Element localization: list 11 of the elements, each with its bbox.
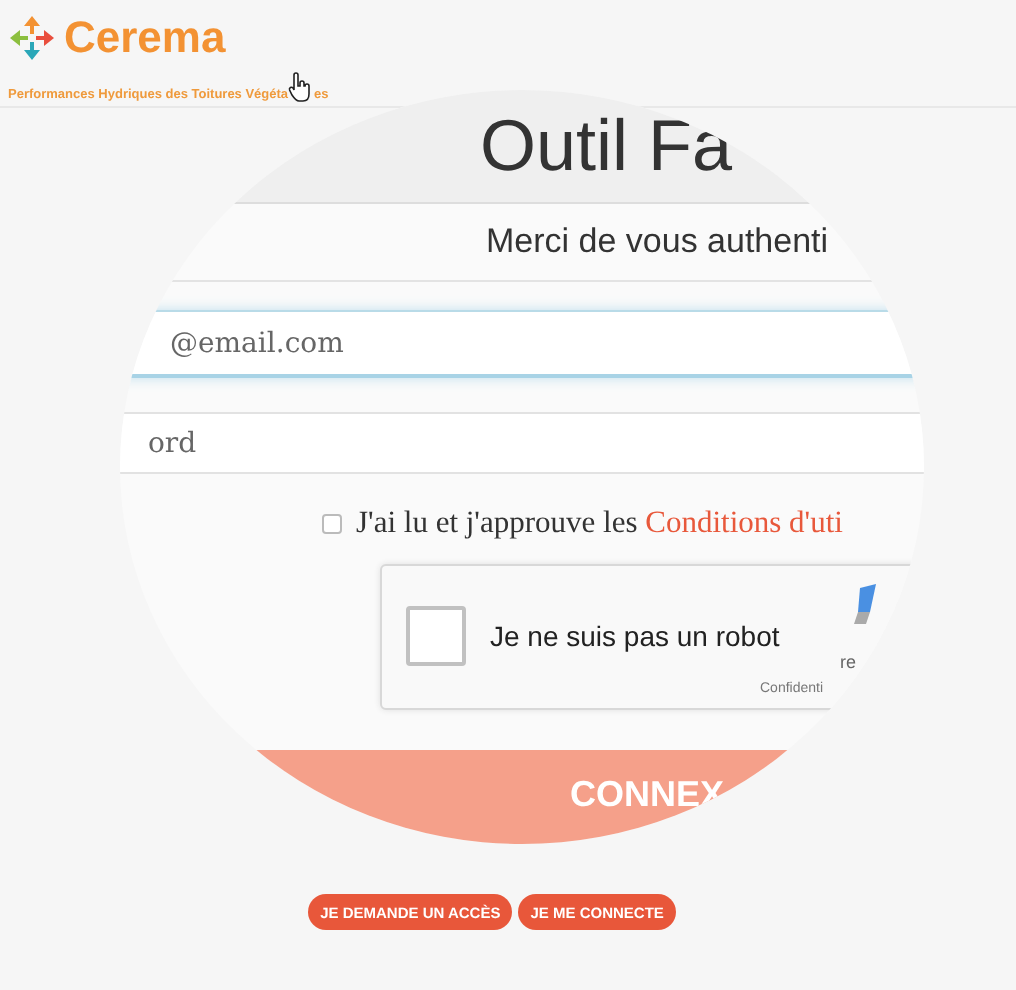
logo-icon: [8, 14, 56, 62]
captcha-checkbox[interactable]: [406, 606, 466, 666]
brand-name: Cerema: [64, 12, 226, 64]
captcha-logo-icon: [854, 584, 876, 624]
password-field[interactable]: ord: [120, 412, 924, 474]
login-prompt: Merci de vous authenti: [486, 222, 829, 262]
terms-link[interactable]: Conditions d'uti: [645, 506, 843, 540]
consent-text: J'ai lu et j'approuve les Conditions d'uti: [356, 506, 843, 542]
hand-cursor-icon: [288, 72, 313, 102]
captcha-brand-text: re: [840, 652, 857, 672]
consent-checkbox[interactable]: [322, 514, 342, 534]
